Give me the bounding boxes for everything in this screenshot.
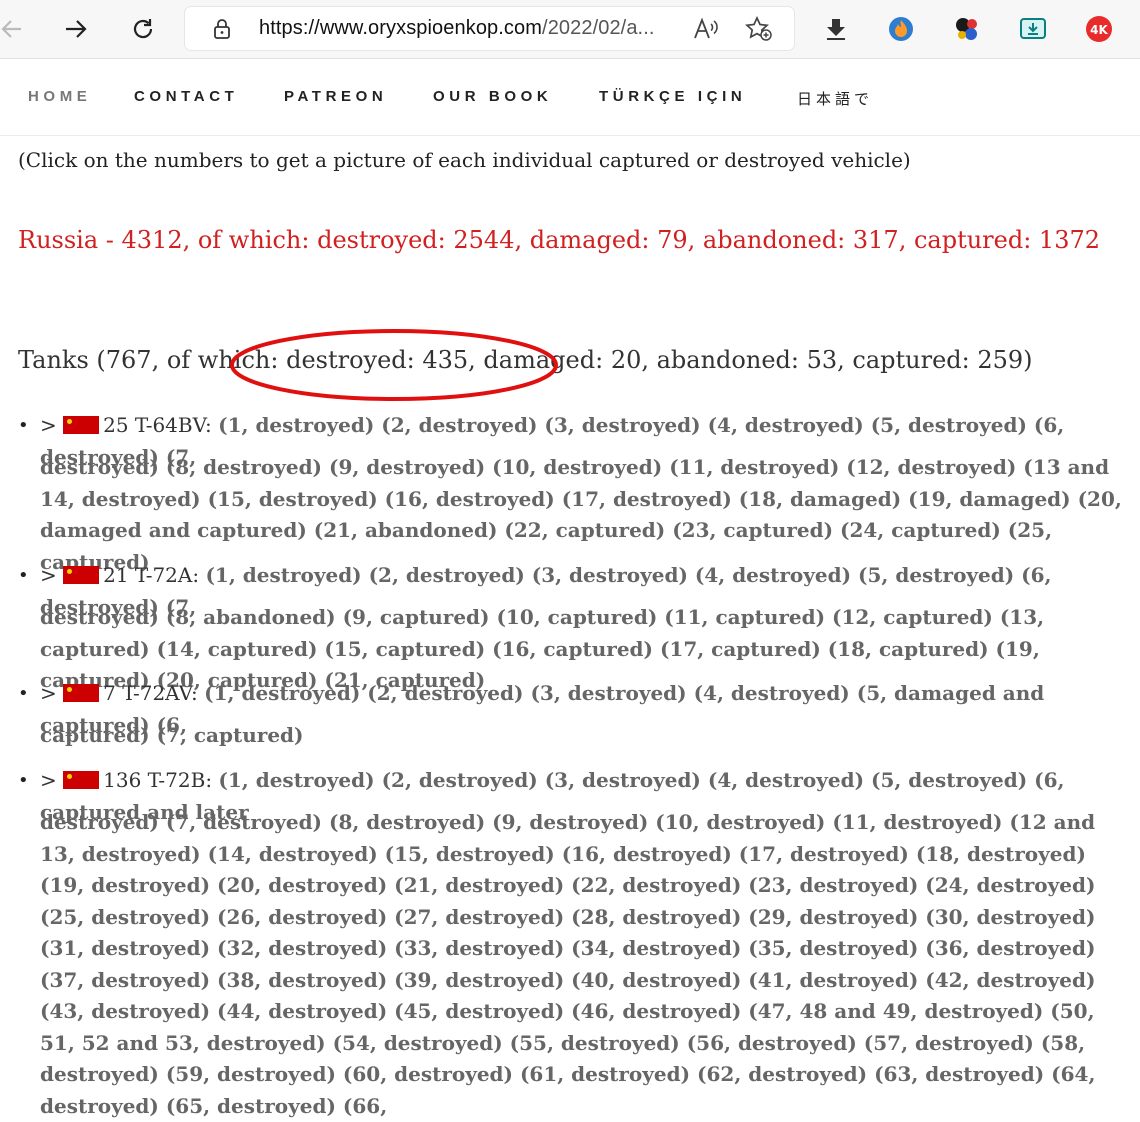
bullet: • xyxy=(18,770,29,791)
flame-shield-icon xyxy=(889,17,913,41)
soviet-flag-icon xyxy=(63,416,100,434)
extension-4k-button[interactable]: 4K xyxy=(1083,13,1115,45)
soviet-flag-icon xyxy=(63,566,100,584)
bullet: • xyxy=(18,565,29,586)
model-name: 136 T-72B: xyxy=(103,768,213,792)
molecule-icon xyxy=(956,18,977,40)
vehicle-links[interactable]: destroyed) (7, destroyed) (8, destroyed)… xyxy=(40,810,1095,1118)
intro-text: (Click on the numbers to get a picture o… xyxy=(18,148,911,172)
entry-first-line: > 136 T-72B: (1, destroyed) (2, destroye… xyxy=(40,768,1065,824)
browser-toolbar: https://www.oryxspioenkop.com/2022/02/a.… xyxy=(0,0,1140,59)
soviet-flag-icon xyxy=(63,771,100,789)
nav-turkish[interactable]: TÜRKÇE IÇIN xyxy=(599,88,746,105)
model-entry: > 136 T-72B: (1, destroyed) (2, destroye… xyxy=(40,765,1125,1122)
forward-arrow-icon xyxy=(66,20,87,38)
tanks-summary-heading: Tanks (767, of which: destroyed: 435, da… xyxy=(18,346,1033,374)
vehicle-links[interactable]: destroyed) (8, destroyed) (9, destroyed)… xyxy=(40,455,1122,574)
nav-patreon[interactable]: PATREON xyxy=(284,88,387,105)
url-host: https://www.oryxspioenkop.com xyxy=(259,17,543,39)
add-favorite-icon[interactable] xyxy=(745,16,773,42)
nav-contact[interactable]: CONTACT xyxy=(134,88,238,105)
russia-summary-heading: Russia - 4312, of which: destroyed: 2544… xyxy=(18,226,1101,254)
extension-flame-button[interactable] xyxy=(885,13,917,45)
reload-button[interactable] xyxy=(123,9,163,49)
soviet-flag-icon xyxy=(63,684,100,702)
entry-first-line: > 25 T-64BV: (1, destroyed) (2, destroye… xyxy=(40,413,1065,469)
back-arrow-icon xyxy=(1,20,21,38)
forward-button[interactable] xyxy=(56,9,96,49)
model-name: 7 T-72AV: xyxy=(103,681,198,705)
svg-text:4K: 4K xyxy=(1090,23,1108,37)
address-bar[interactable]: https://www.oryxspioenkop.com/2022/02/a.… xyxy=(185,7,794,50)
entry-first-line: > 21 T-72A: (1, destroyed) (2, destroyed… xyxy=(40,563,1052,619)
lock-icon[interactable] xyxy=(211,18,233,40)
bullet: • xyxy=(18,415,29,436)
reload-icon xyxy=(133,19,153,39)
url-path: /2022/02/a... xyxy=(542,17,655,39)
model-name: 21 T-72A: xyxy=(103,563,200,587)
model-entry: > 25 T-64BV: (1, destroyed) (2, destroye… xyxy=(40,410,1125,578)
download-icon xyxy=(827,19,845,40)
model-entry: > 21 T-72A: (1, destroyed) (2, destroyed… xyxy=(40,560,1125,697)
model-name: 25 T-64BV: xyxy=(103,413,212,437)
nav-our-book[interactable]: OUR BOOK xyxy=(433,88,552,105)
url-text[interactable]: https://www.oryxspioenkop.com/2022/02/a.… xyxy=(259,17,655,40)
site-navigation: HOME CONTACT PATREON OUR BOOK TÜRKÇE IÇI… xyxy=(0,59,1140,136)
extension-balls-button[interactable] xyxy=(951,13,983,45)
bullet: • xyxy=(18,683,29,704)
nav-home[interactable]: HOME xyxy=(28,88,91,105)
vehicle-links[interactable]: captured) (7, captured) xyxy=(40,723,304,747)
download-button[interactable] xyxy=(820,13,852,45)
back-button[interactable] xyxy=(0,9,32,49)
extension-downloader-button[interactable] xyxy=(1017,13,1049,45)
nav-japanese[interactable]: 日本語で xyxy=(797,88,873,109)
model-entry: > 7 T-72AV: (1, destroyed) (2, destroyed… xyxy=(40,678,1125,752)
entry-first-line: > 7 T-72AV: (1, destroyed) (2, destroyed… xyxy=(40,681,1045,737)
video-download-icon xyxy=(1020,18,1046,39)
4k-icon: 4K xyxy=(1086,16,1112,42)
read-aloud-icon[interactable] xyxy=(692,16,720,42)
